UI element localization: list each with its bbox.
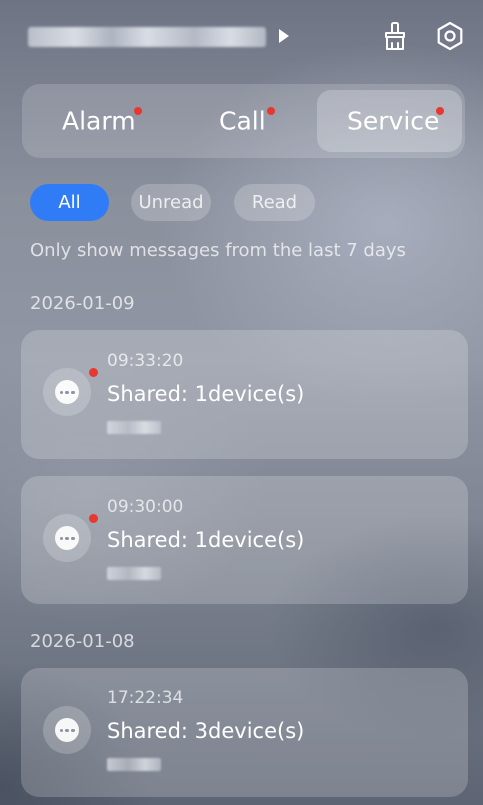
message-title: Shared: 1device(s) bbox=[107, 528, 305, 552]
filter-read-button[interactable]: Read bbox=[234, 184, 315, 221]
tab-alarm-unread-dot bbox=[134, 107, 142, 115]
tab-service-unread-dot bbox=[436, 107, 444, 115]
message-time: 09:33:20 bbox=[107, 351, 184, 371]
message-detail-redacted bbox=[107, 567, 161, 580]
unread-dot bbox=[89, 368, 98, 377]
chat-bubble-icon bbox=[43, 368, 91, 416]
message-card[interactable]: 09:33:20 Shared: 1device(s) bbox=[21, 330, 468, 459]
message-card[interactable]: 17:22:34 Shared: 3device(s) bbox=[21, 668, 468, 797]
chat-bubble-icon bbox=[43, 706, 91, 754]
message-time: 17:22:34 bbox=[107, 688, 184, 708]
message-detail-redacted bbox=[107, 421, 161, 434]
chat-bubble-icon bbox=[43, 514, 91, 562]
tab-alarm[interactable]: Alarm bbox=[30, 90, 170, 152]
filter-unread-button[interactable]: Unread bbox=[131, 184, 211, 221]
retention-notice: Only show messages from the last 7 days bbox=[30, 240, 406, 261]
tab-call-unread-dot bbox=[267, 107, 275, 115]
date-header: 2026-01-08 bbox=[30, 631, 135, 652]
message-title: Shared: 1device(s) bbox=[107, 382, 305, 406]
tab-service[interactable]: Service bbox=[317, 90, 462, 152]
message-card[interactable]: 09:30:00 Shared: 1device(s) bbox=[21, 476, 468, 604]
triangle-right-icon[interactable] bbox=[276, 26, 292, 46]
unread-dot bbox=[89, 514, 98, 523]
tab-call-label: Call bbox=[219, 106, 266, 136]
message-time: 09:30:00 bbox=[107, 497, 184, 517]
tab-alarm-label: Alarm bbox=[62, 106, 136, 136]
filter-all-button[interactable]: All bbox=[30, 184, 109, 221]
message-detail-redacted bbox=[107, 758, 161, 771]
header bbox=[0, 0, 483, 72]
tab-service-label: Service bbox=[347, 106, 440, 136]
hexagon-gear-icon[interactable] bbox=[434, 20, 466, 52]
account-name-redacted[interactable] bbox=[28, 27, 266, 47]
message-title: Shared: 3device(s) bbox=[107, 719, 305, 743]
tab-call[interactable]: Call bbox=[172, 90, 312, 152]
category-tabs: Alarm Call Service bbox=[22, 84, 465, 158]
broom-icon[interactable] bbox=[379, 20, 411, 52]
date-header: 2026-01-09 bbox=[30, 293, 135, 314]
